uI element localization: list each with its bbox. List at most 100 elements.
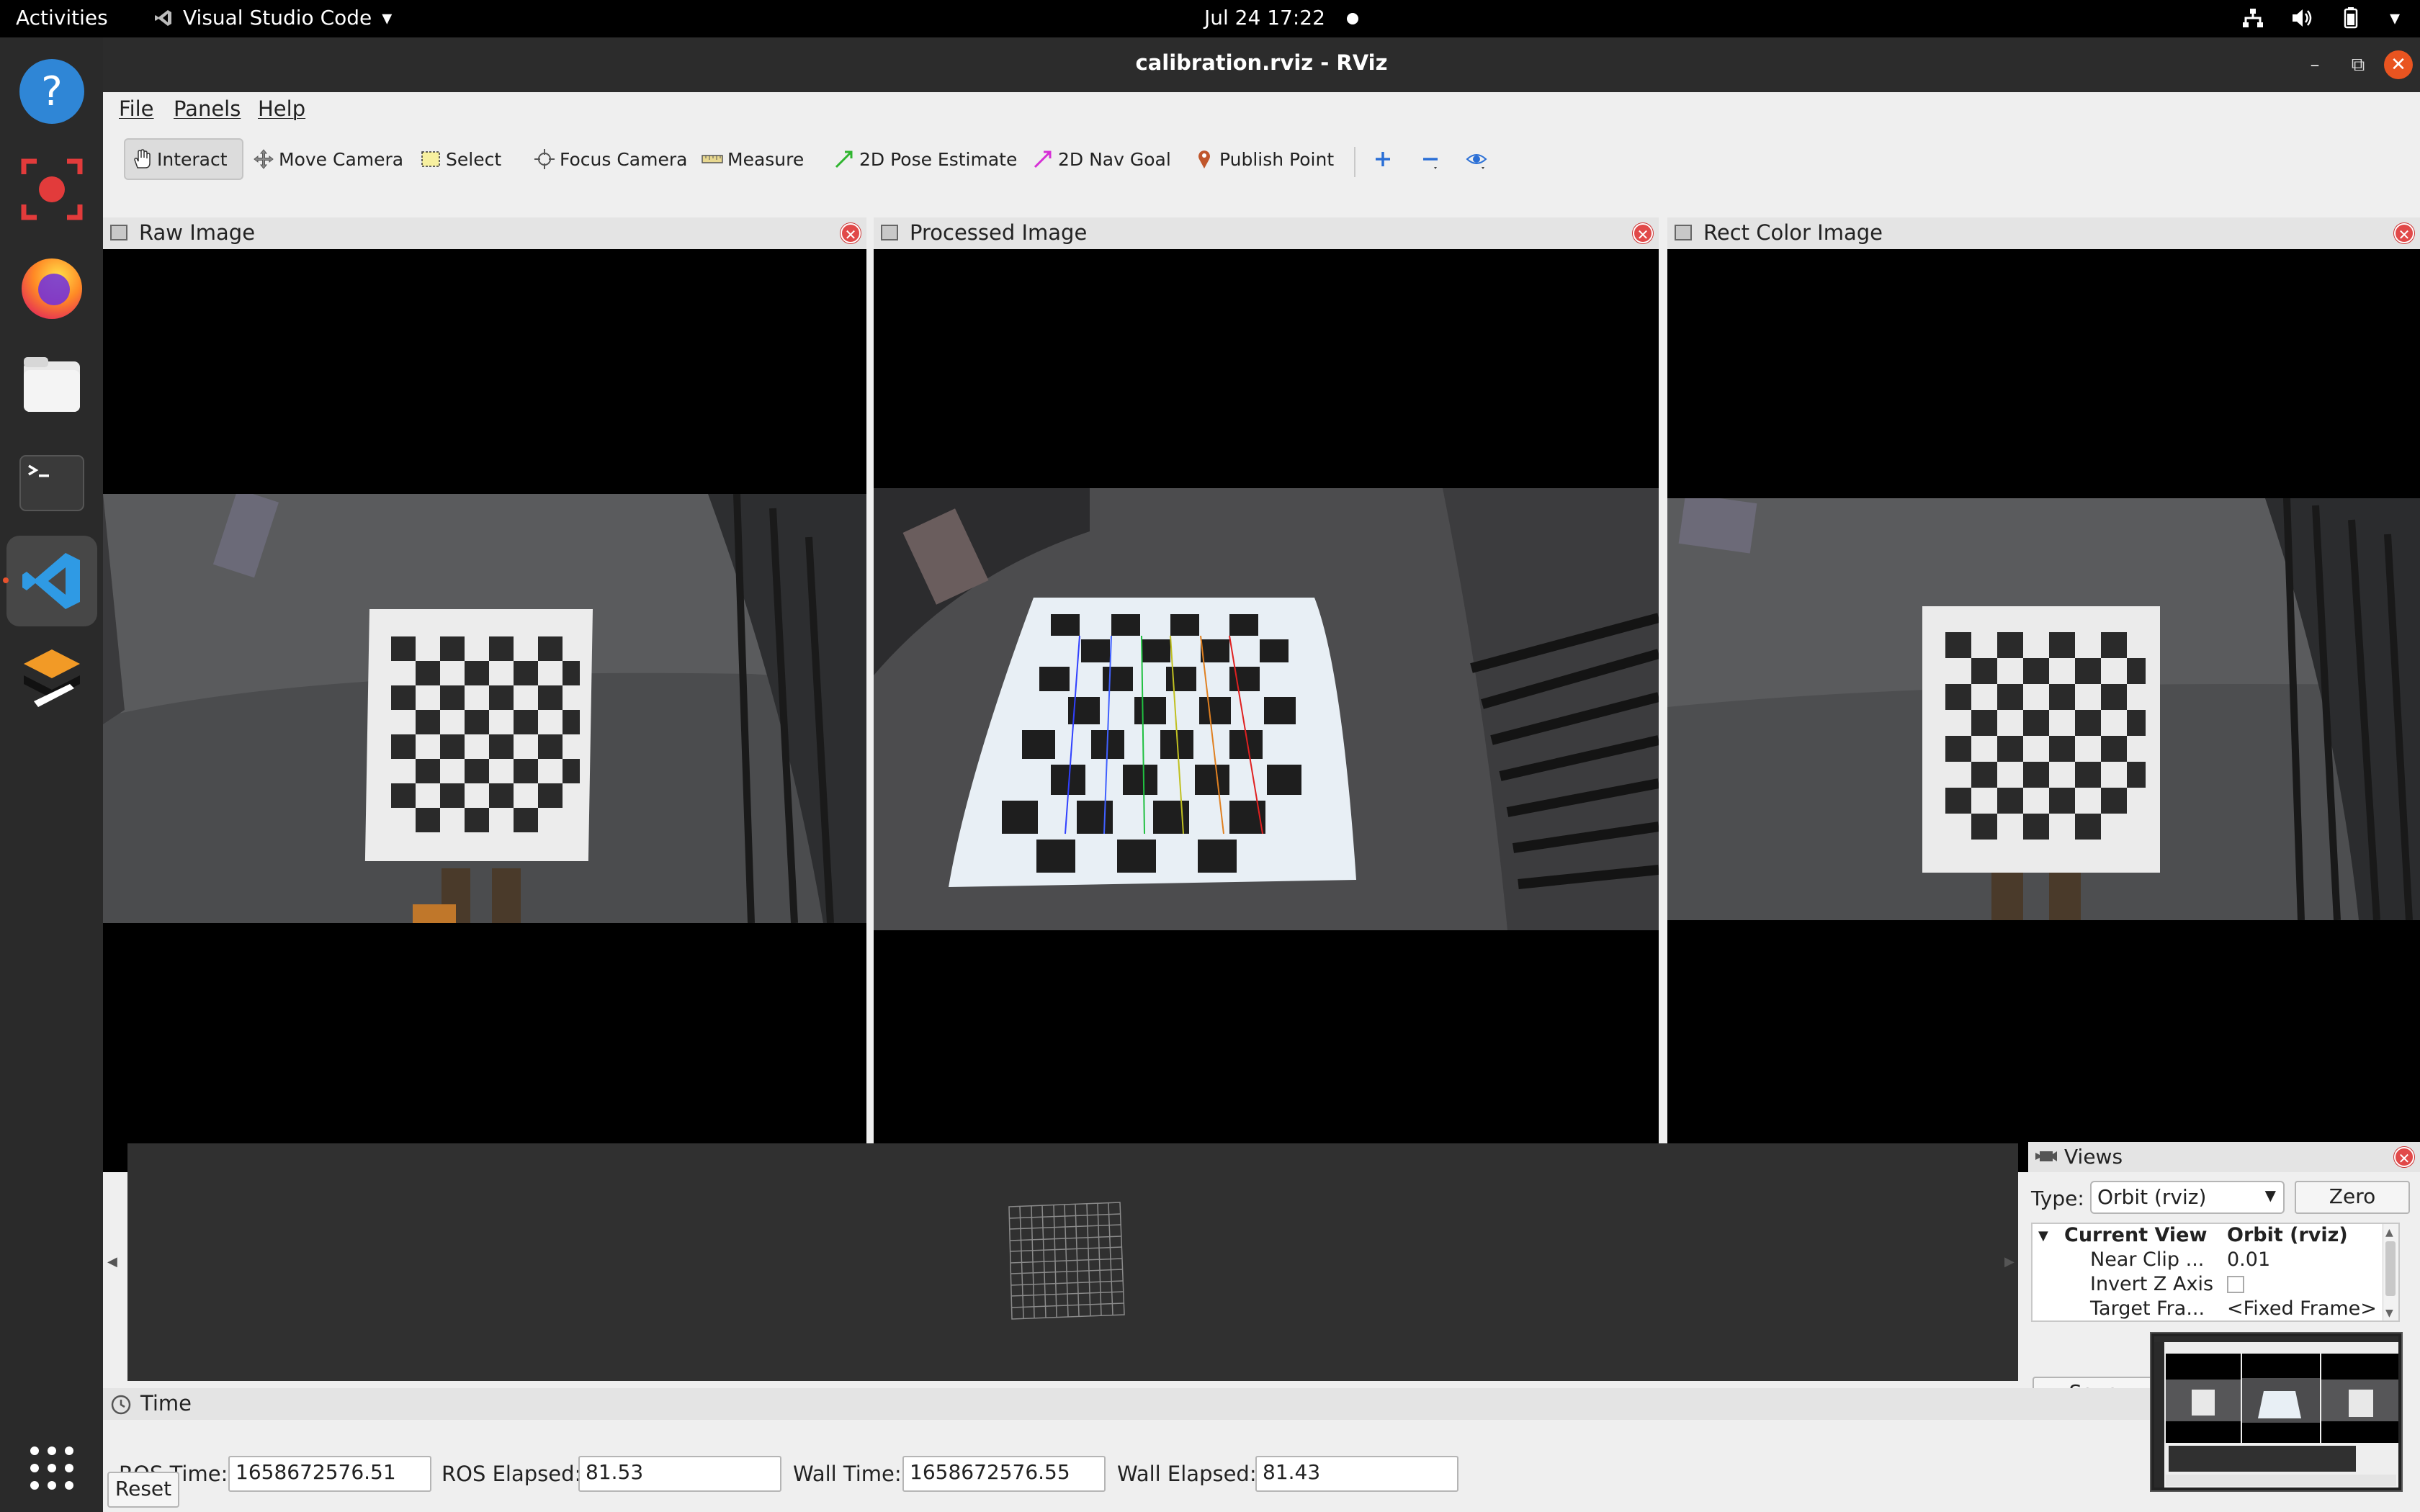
views-panel-header[interactable]: Views ✕ xyxy=(2028,1142,2420,1172)
image-icon xyxy=(1675,225,1692,240)
tree-row-target-frame[interactable]: Target Fra... <Fixed Frame> xyxy=(2033,1297,2398,1320)
focus-camera-tool-button[interactable]: Focus Camera xyxy=(528,138,693,180)
remove-tool-button[interactable] xyxy=(1414,138,1447,180)
app-menu-label: Visual Studio Code xyxy=(183,6,372,30)
tree-scrollbar[interactable]: ▲ ▼ xyxy=(2383,1224,2398,1320)
collapse-right-icon[interactable]: ▶ xyxy=(2004,1254,2015,1269)
clock-icon xyxy=(111,1395,131,1415)
dock-firefox[interactable] xyxy=(6,242,97,333)
menu-help[interactable]: Help xyxy=(258,96,305,121)
wall-time-field[interactable]: 1658672576.55 xyxy=(902,1456,1106,1492)
ros-time-field[interactable]: 1658672576.51 xyxy=(228,1456,431,1492)
tree-row-invert-z[interactable]: Invert Z Axis xyxy=(2033,1273,2398,1297)
scroll-down-icon[interactable]: ▼ xyxy=(2385,1308,2393,1319)
3d-render-view[interactable] xyxy=(127,1143,2018,1381)
select-tool-button[interactable]: Select xyxy=(414,138,507,180)
raw-image-panel-header[interactable]: Raw Image ✕ xyxy=(103,217,866,249)
restore-icon[interactable]: ⧉ xyxy=(2347,53,2370,76)
network-icon xyxy=(2242,8,2263,27)
dock-vscode[interactable] xyxy=(6,536,97,626)
interact-tool-button[interactable]: Interact xyxy=(124,138,243,180)
window-title: calibration.rviz - RViz xyxy=(1135,50,1388,75)
magenta-arrow-icon xyxy=(1034,150,1052,168)
scroll-up-icon[interactable]: ▲ xyxy=(2385,1227,2393,1238)
dock-screen-recorder[interactable] xyxy=(6,144,97,235)
nav-goal-tool-button[interactable]: 2D Nav Goal xyxy=(1026,138,1177,180)
raw-image-title: Raw Image xyxy=(139,220,256,245)
ros-elapsed-label: ROS Elapsed: xyxy=(442,1462,582,1486)
menu-panels[interactable]: Panels xyxy=(174,96,241,121)
ruler-icon xyxy=(702,155,723,163)
view-options-button[interactable] xyxy=(1460,138,1493,180)
view-properties-tree: ▼ Current View Orbit (rviz) Near Clip ..… xyxy=(2031,1223,2400,1322)
publish-point-tool-button[interactable]: Publish Point xyxy=(1188,138,1340,180)
rect-color-image-panel-header[interactable]: Rect Color Image ✕ xyxy=(1667,217,2420,249)
scroll-thumb[interactable] xyxy=(2385,1241,2396,1296)
app-menu[interactable]: Visual Studio Code ▾ xyxy=(154,6,392,30)
ros-elapsed-field[interactable]: 81.53 xyxy=(578,1456,781,1492)
close-panel-icon[interactable]: ✕ xyxy=(1633,223,1653,243)
select-icon xyxy=(421,151,440,167)
close-panel-icon[interactable]: ✕ xyxy=(2394,1147,2414,1167)
svg-text:?: ? xyxy=(41,68,63,115)
view-type-select[interactable]: Orbit (rviz) ▼ xyxy=(2090,1181,2285,1214)
toolbar: Interact Move Camera Select Focus Camera… xyxy=(103,125,2420,187)
wall-elapsed-field[interactable]: 81.43 xyxy=(1255,1456,1458,1492)
minimize-icon[interactable]: – xyxy=(2303,53,2326,76)
zero-button[interactable]: Zero xyxy=(2295,1181,2410,1214)
terminal-icon xyxy=(19,455,84,511)
near-clip-label: Near Clip ... xyxy=(2090,1248,2205,1271)
eye-icon xyxy=(1466,154,1487,169)
processed-image-view xyxy=(874,249,1659,1172)
time-panel-header[interactable]: Time xyxy=(103,1388,2159,1420)
menu-file[interactable]: File xyxy=(119,96,154,121)
invert-z-checkbox[interactable] xyxy=(2227,1276,2244,1293)
move-camera-tool-button[interactable]: Move Camera xyxy=(247,138,409,180)
current-view-label: Current View xyxy=(2064,1224,2208,1246)
dock-app[interactable] xyxy=(6,634,97,724)
target-frame-label: Target Fra... xyxy=(2090,1297,2205,1320)
raw-camera-image xyxy=(103,494,866,923)
hand-icon xyxy=(134,149,151,168)
close-panel-icon[interactable]: ✕ xyxy=(2394,223,2414,243)
map-pin-icon xyxy=(1198,150,1210,168)
close-window-button[interactable]: ✕ xyxy=(2384,50,2413,79)
nav-goal-label: 2D Nav Goal xyxy=(1058,148,1171,170)
window-titlebar[interactable]: calibration.rviz - RViz – ⧉ ✕ xyxy=(103,37,2420,92)
select-label: Select xyxy=(446,148,502,170)
app-icon xyxy=(24,649,80,707)
system-tray[interactable]: ▾ xyxy=(2241,6,2400,30)
rviz-window: calibration.rviz - RViz – ⧉ ✕ File Panel… xyxy=(103,37,2420,1512)
dock: ? xyxy=(0,37,103,1512)
wall-elapsed-label: Wall Elapsed: xyxy=(1117,1462,1257,1486)
activities-button[interactable]: Activities xyxy=(16,6,108,30)
dock-help[interactable]: ? xyxy=(6,46,97,137)
dock-show-apps[interactable] xyxy=(6,1423,97,1512)
vscode-icon xyxy=(22,553,80,609)
clock-text: Jul 24 17:22 xyxy=(1204,6,1325,30)
tree-row-current-view[interactable]: ▼ Current View Orbit (rviz) xyxy=(2033,1224,2398,1248)
collapse-left-icon[interactable]: ◀ xyxy=(107,1254,117,1269)
tree-row-near-clip[interactable]: Near Clip ... 0.01 xyxy=(2033,1248,2398,1273)
pose-estimate-tool-button[interactable]: 2D Pose Estimate xyxy=(828,138,1023,180)
grid-drawing xyxy=(1008,1202,1125,1320)
clock[interactable]: Jul 24 17:22 xyxy=(1204,6,1358,30)
running-indicator xyxy=(3,577,9,583)
gnome-top-bar: Activities Visual Studio Code ▾ Jul 24 1… xyxy=(0,0,2420,37)
pose-estimate-label: 2D Pose Estimate xyxy=(859,148,1018,170)
dock-terminal[interactable] xyxy=(6,438,97,528)
expand-arrow-icon[interactable]: ▼ xyxy=(2038,1228,2048,1243)
camera-icon xyxy=(2035,1151,2057,1161)
add-tool-button[interactable] xyxy=(1366,138,1399,180)
target-frame-value: <Fixed Frame> xyxy=(2227,1297,2377,1320)
dock-files[interactable] xyxy=(6,340,97,431)
window-thumbnail-preview[interactable] xyxy=(2151,1333,2401,1490)
reset-button[interactable]: Reset xyxy=(107,1472,179,1508)
processed-image-title: Processed Image xyxy=(910,220,1088,245)
raw-scene-drawing xyxy=(103,494,866,923)
close-panel-icon[interactable]: ✕ xyxy=(841,223,861,243)
green-arrow-icon xyxy=(835,150,853,168)
processed-image-panel-header[interactable]: Processed Image ✕ xyxy=(874,217,1659,249)
measure-tool-button[interactable]: Measure xyxy=(696,138,810,180)
raw-image-view xyxy=(103,249,866,1172)
